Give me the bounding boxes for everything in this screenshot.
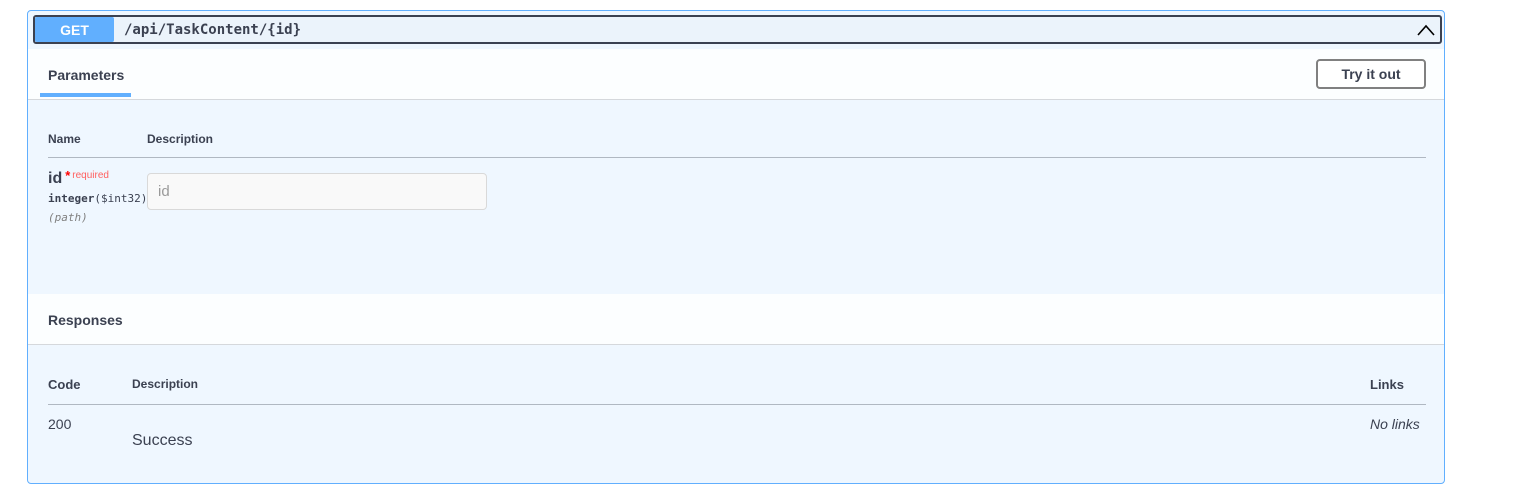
tab-parameters[interactable]: Parameters (48, 67, 124, 83)
response-column-code: Code (48, 377, 81, 392)
param-name: id * required (48, 168, 109, 188)
param-type-name: integer (48, 192, 95, 205)
response-header-divider (48, 404, 1426, 405)
response-links: No links (1370, 416, 1420, 432)
required-label: required (72, 170, 109, 181)
response-description: Success (132, 432, 193, 449)
method-badge: GET (35, 17, 114, 42)
chevron-up-icon[interactable] (1416, 20, 1436, 40)
param-type: integer($int32) (48, 192, 147, 205)
response-column-description: Description (132, 377, 199, 391)
operation-block: GET /api/TaskContent/{id} Parameters Try… (27, 10, 1445, 484)
responses-title: Responses (48, 312, 123, 328)
param-column-name: Name (48, 132, 81, 146)
tab-active-indicator (40, 93, 131, 97)
parameters-header: Parameters Try it out (28, 49, 1444, 100)
required-star: * (65, 168, 71, 183)
endpoint-path: /api/TaskContent/{id} (124, 21, 302, 38)
param-location: (path) (48, 211, 88, 224)
param-column-description: Description (147, 132, 214, 146)
param-name-text: id (48, 170, 63, 187)
responses-header: Responses (28, 294, 1444, 345)
response-column-links: Links (1370, 377, 1404, 392)
try-it-out-button[interactable]: Try it out (1316, 59, 1426, 89)
operation-summary[interactable]: GET /api/TaskContent/{id} (33, 15, 1442, 44)
response-code: 200 (48, 416, 72, 432)
param-header-divider (48, 157, 1426, 158)
param-format: ($int32) (94, 192, 148, 205)
id-input[interactable] (147, 173, 487, 210)
